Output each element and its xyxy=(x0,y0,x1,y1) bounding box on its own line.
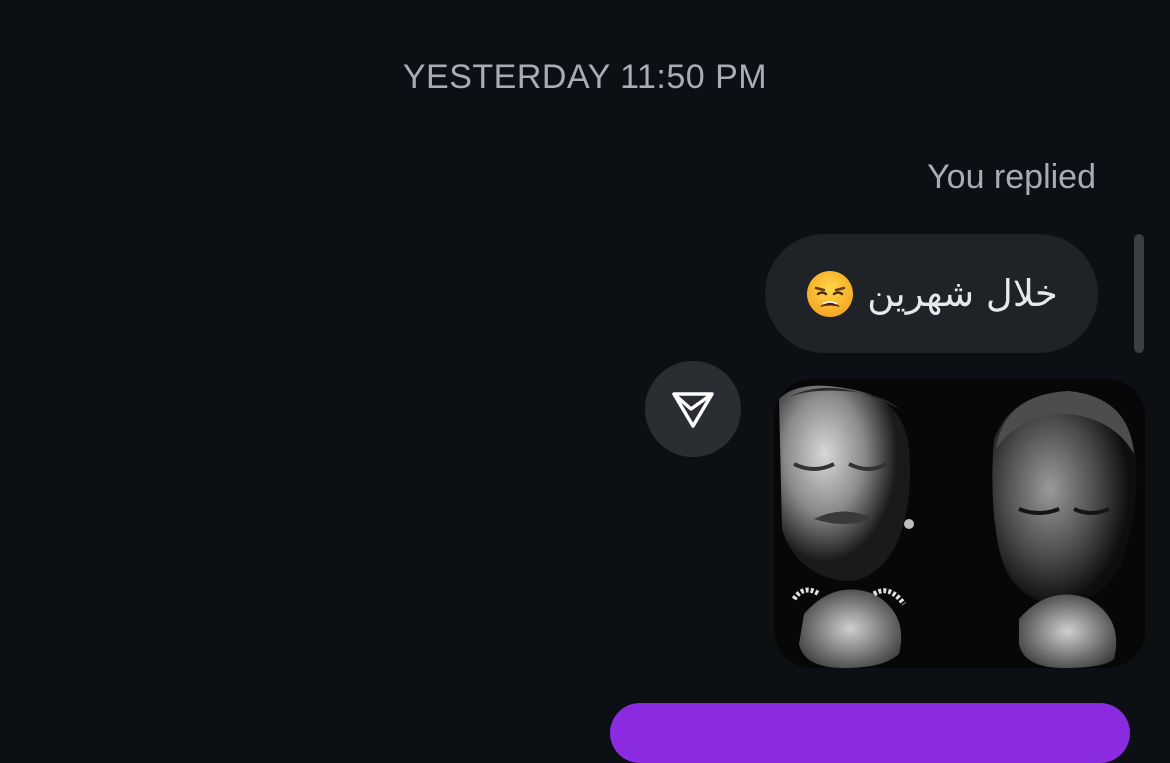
message-bubble[interactable]: خلال شهرين xyxy=(765,234,1098,353)
share-button[interactable] xyxy=(645,361,741,457)
shared-photo[interactable] xyxy=(774,379,1145,668)
bottom-accent-bubble xyxy=(610,703,1130,763)
weary-face-icon xyxy=(807,270,854,317)
message-text: خلال شهرين xyxy=(867,272,1058,315)
scrollbar[interactable] xyxy=(1134,234,1144,353)
send-arrow-icon xyxy=(672,392,714,428)
reply-context-label: You replied xyxy=(927,158,1096,196)
message-timestamp: YESTERDAY 11:50 PM xyxy=(402,58,768,96)
photo-image xyxy=(774,379,1145,668)
